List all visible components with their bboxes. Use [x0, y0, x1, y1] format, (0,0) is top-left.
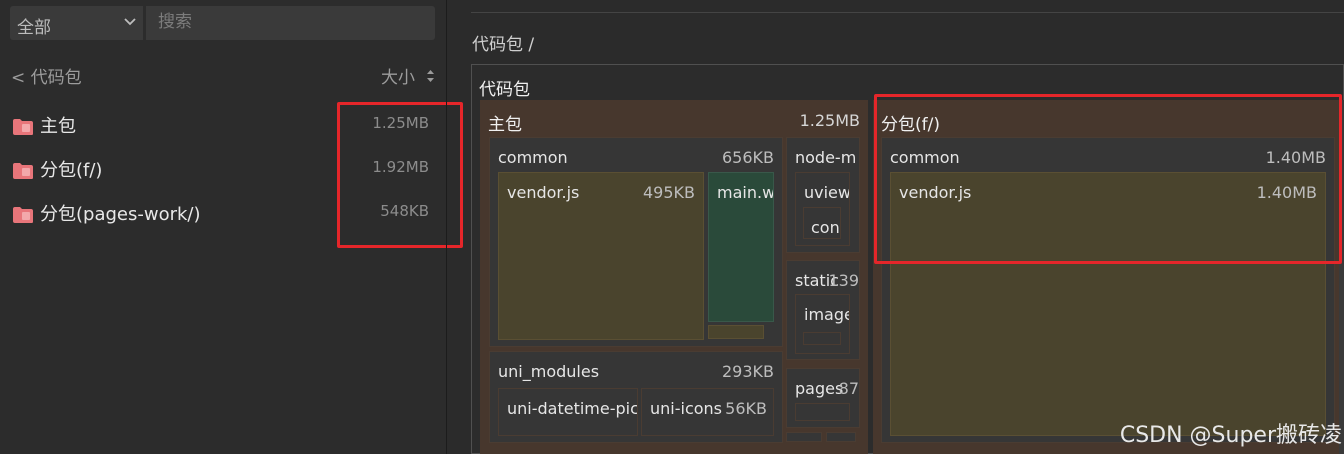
sort-icon[interactable]: [426, 69, 435, 83]
breadcrumb[interactable]: 代码包 /: [472, 30, 534, 55]
tile-size: 495KB: [642, 183, 695, 202]
filter-select[interactable]: 全部: [10, 6, 143, 40]
package-name: 分包(pages-work/): [40, 204, 201, 225]
tile-size: 1.25MB: [799, 111, 860, 130]
panel-divider: [446, 0, 447, 454]
treemap-tile-con[interactable]: con: [803, 207, 841, 239]
tile-label: con: [811, 218, 840, 237]
treemap-tile-small[interactable]: [786, 432, 822, 442]
tile-size: 87: [838, 379, 859, 398]
treemap-tile-small[interactable]: [803, 332, 841, 345]
treemap-tile-small[interactable]: [826, 432, 856, 442]
chevron-down-icon: [124, 18, 136, 26]
folder-icon: [13, 207, 33, 223]
tile-size: 293KB: [721, 362, 774, 381]
sort-by-size-button[interactable]: 大小: [381, 63, 415, 88]
package-name: 分包(f/): [40, 160, 103, 181]
tile-label: main.w: [717, 183, 774, 202]
tile-size: 56KB: [725, 399, 767, 418]
filter-select-value: 全部: [17, 18, 51, 38]
tile-label: uview: [804, 183, 850, 202]
treemap-tile-small[interactable]: [795, 403, 850, 421]
tile-label: uni_modules: [498, 362, 600, 381]
tile-size: 139: [828, 271, 859, 290]
tile-label: uni-datetime-pic: [507, 399, 638, 418]
treemap-tile-main-w[interactable]: main.w: [708, 172, 774, 322]
tile-label: uni-icons: [650, 399, 723, 418]
search-box[interactable]: [146, 6, 435, 40]
watermark: CSDN @Super搬砖凌: [1119, 423, 1342, 448]
folder-icon: [13, 119, 33, 135]
tile-label: node-m: [795, 148, 857, 167]
search-input[interactable]: [156, 11, 420, 33]
annotation-highlight-sub-f: [874, 94, 1342, 264]
treemap-tile-image[interactable]: image: [795, 294, 850, 354]
treemap-tile-small[interactable]: [708, 325, 764, 339]
treemap-tile-uni-datetime-picker[interactable]: uni-datetime-pic: [498, 388, 638, 436]
tile-label: 主包: [488, 115, 522, 135]
tile-size: 656KB: [721, 148, 774, 167]
tile-label: common: [498, 148, 568, 167]
treemap-title: 代码包: [479, 80, 530, 100]
tile-label: pages: [795, 379, 844, 398]
annotation-highlight-sizes: [337, 102, 463, 248]
package-name: 主包: [40, 116, 76, 137]
treemap-tile-vendor-js[interactable]: vendor.js 495KB: [498, 172, 704, 340]
folder-icon: [13, 163, 33, 179]
header-divider: [471, 12, 1344, 13]
treemap-tile-uni-icons[interactable]: uni-icons 56KB: [641, 388, 774, 436]
tile-label: vendor.js: [507, 183, 580, 202]
tile-label: image: [804, 305, 850, 324]
back-link[interactable]: < 代码包: [11, 63, 82, 88]
